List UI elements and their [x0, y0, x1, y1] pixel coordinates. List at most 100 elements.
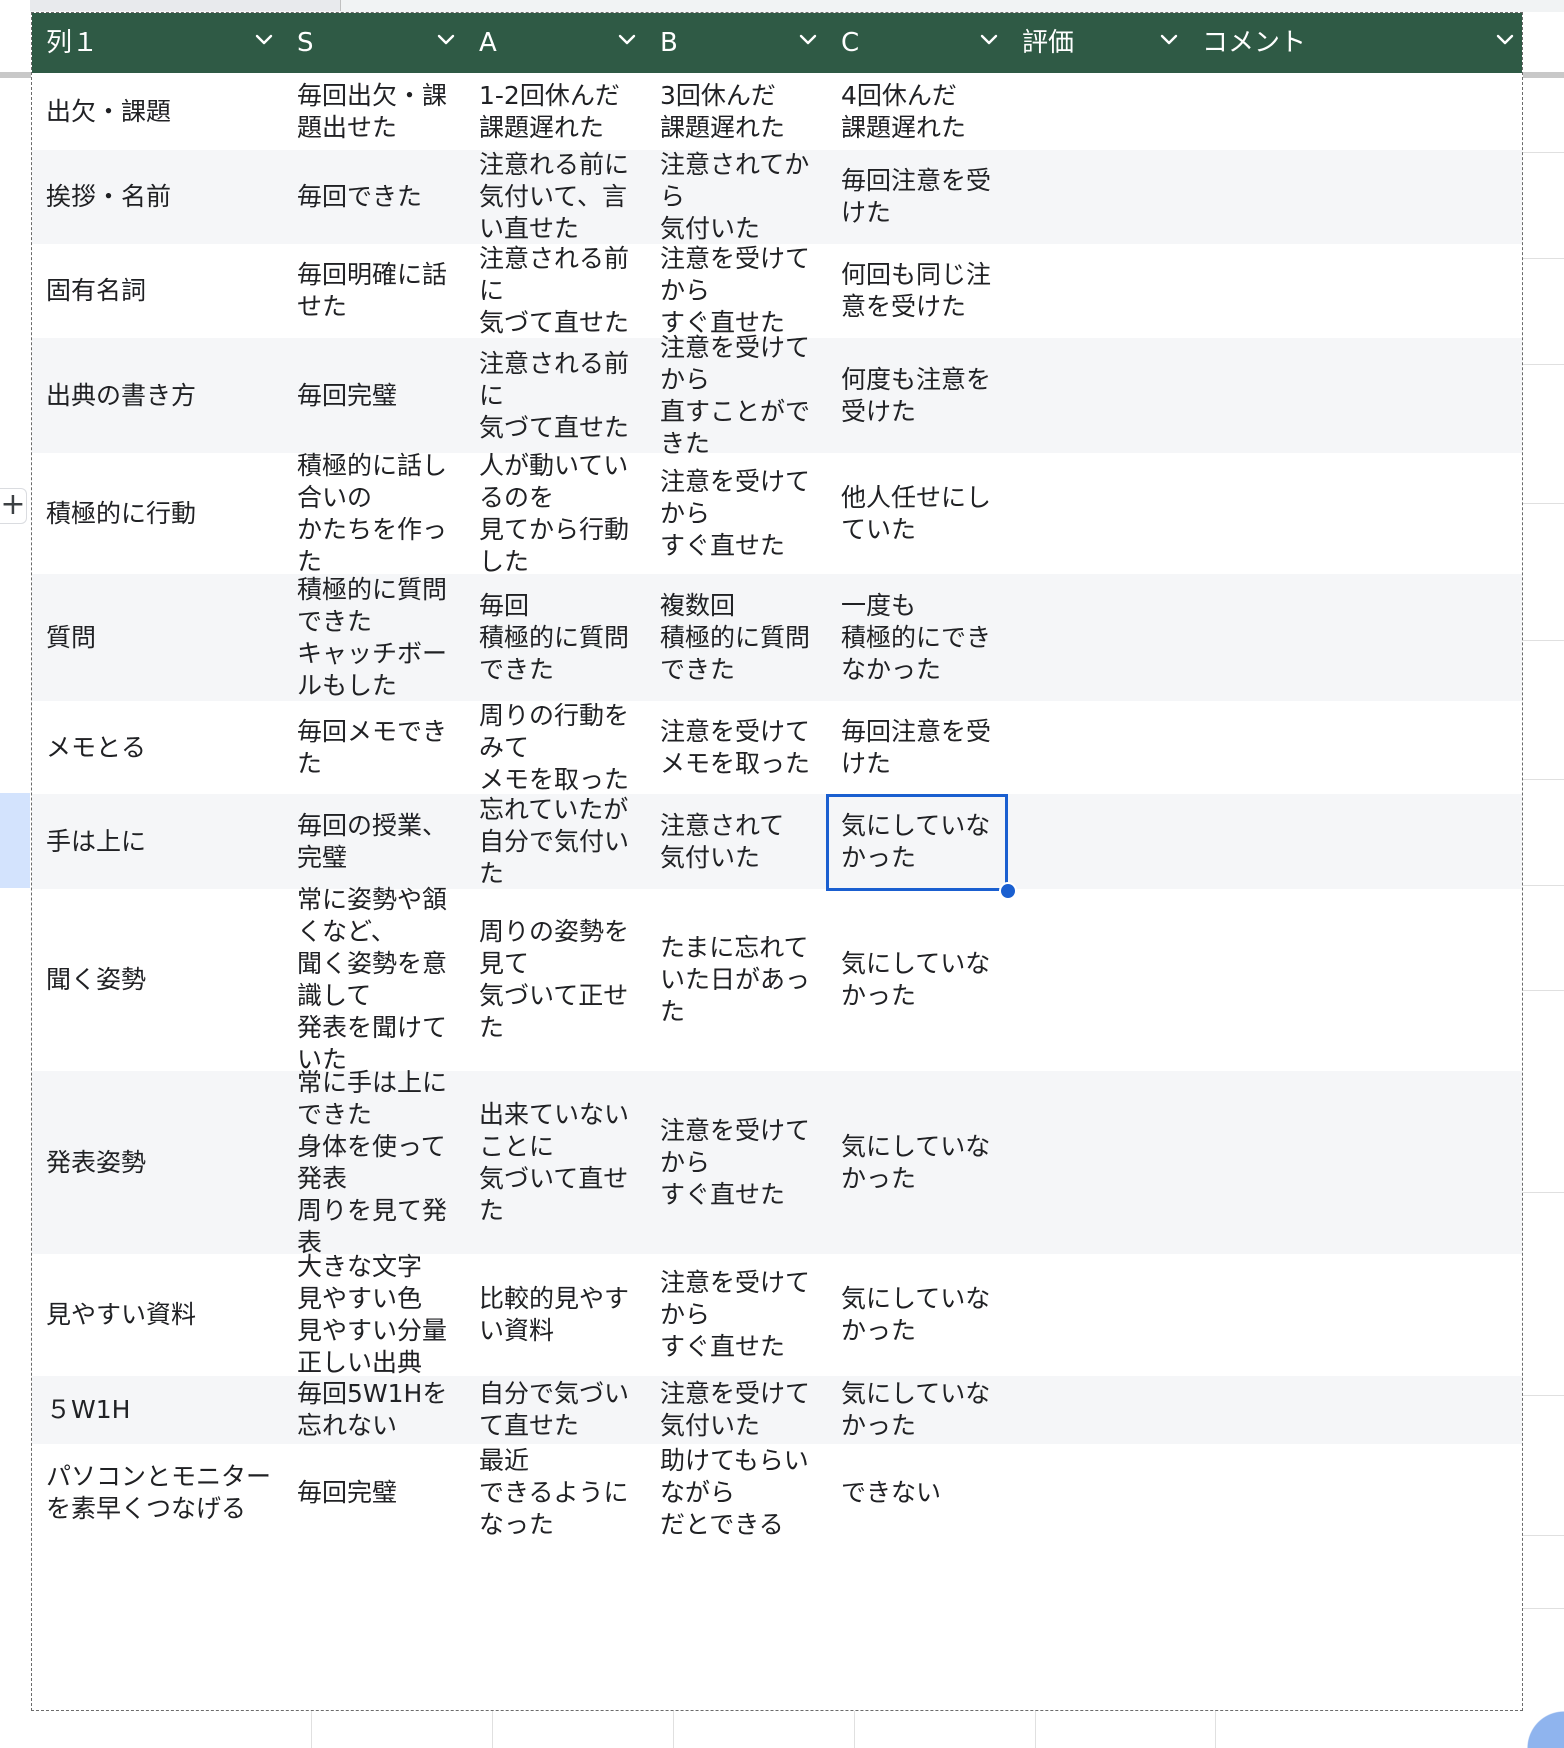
- cell-rating[interactable]: [1008, 1376, 1188, 1444]
- cell-b[interactable]: 注意を受けて メモを取った: [646, 701, 827, 794]
- cell-s[interactable]: 常に手は上に できた 身体を使って 発表 周りを見て発 表: [283, 1068, 465, 1257]
- cell-c[interactable]: 何度も注意を 受けた: [827, 338, 1008, 453]
- cell-col1[interactable]: 積極的に行動: [32, 453, 283, 574]
- cell-col1[interactable]: 聞く姿勢: [32, 889, 283, 1071]
- cell-a[interactable]: 周りの姿勢を 見て 気づいて正せ た: [465, 889, 646, 1071]
- cell-a[interactable]: 忘れていたが 自分で気付い た: [465, 794, 646, 889]
- cell-col1[interactable]: 手は上に: [32, 794, 283, 889]
- active-cell-selection[interactable]: [826, 794, 1008, 891]
- cell-s[interactable]: 毎回メモでき た: [283, 701, 465, 794]
- cell-rating[interactable]: [1008, 1071, 1188, 1254]
- column-header-rating[interactable]: 評価: [1008, 13, 1188, 73]
- chevron-down-icon[interactable]: [980, 34, 998, 48]
- cell-a[interactable]: 1-2回休んだ 課題遅れた: [465, 73, 646, 150]
- add-row-button[interactable]: +: [0, 488, 27, 524]
- cell-comment[interactable]: [1188, 701, 1522, 794]
- cell-a[interactable]: 注意れる前に 気付いて、言 い直せた: [465, 150, 646, 244]
- cell-b[interactable]: 注意を受けて から 直すことがで きた: [646, 333, 827, 458]
- cell-col1[interactable]: 固有名詞: [32, 244, 283, 338]
- cell-comment[interactable]: [1188, 889, 1522, 1071]
- cell-col1[interactable]: 発表姿勢: [32, 1071, 283, 1254]
- cell-rating[interactable]: [1008, 794, 1188, 889]
- column-header-b[interactable]: B: [646, 13, 827, 73]
- cell-b[interactable]: 助けてもらい ながら だとできる: [646, 1444, 827, 1542]
- cell-rating[interactable]: [1008, 889, 1188, 1071]
- cell-b[interactable]: 3回休んだ 課題遅れた: [646, 73, 827, 150]
- cell-c[interactable]: 毎回注意を受 けた: [827, 701, 1008, 794]
- cell-col1[interactable]: 出典の書き方: [32, 338, 283, 453]
- cell-a[interactable]: 周りの行動を みて メモを取った: [465, 701, 646, 794]
- cell-a[interactable]: 比較的見やす い資料: [465, 1254, 646, 1376]
- cell-c[interactable]: 気にしていな かった: [827, 1254, 1008, 1376]
- cell-col1[interactable]: ５W1H: [32, 1376, 283, 1444]
- cell-col1[interactable]: パソコンとモニター を素早くつなげる: [32, 1444, 283, 1542]
- column-header-col1[interactable]: 列１: [32, 13, 283, 73]
- cell-col1[interactable]: 見やすい資料: [32, 1254, 283, 1376]
- cell-comment[interactable]: [1188, 244, 1522, 338]
- cell-b[interactable]: 注意を受けて から すぐ直せた: [646, 1254, 827, 1376]
- cell-s[interactable]: 大きな文字 見やすい色 見やすい分量 正しい出典: [283, 1252, 465, 1377]
- cell-rating[interactable]: [1008, 244, 1188, 338]
- chevron-down-icon[interactable]: [799, 34, 817, 48]
- column-header-s[interactable]: S: [283, 13, 465, 73]
- cell-rating[interactable]: [1008, 453, 1188, 574]
- cell-a[interactable]: 注意される前 に 気づて直せた: [465, 338, 646, 453]
- cell-a[interactable]: 最近 できるように なった: [465, 1444, 646, 1542]
- chevron-down-icon[interactable]: [1496, 34, 1514, 48]
- column-header-c[interactable]: C: [827, 13, 1008, 73]
- cell-s[interactable]: 積極的に話し 合いの かたちを作っ た: [283, 451, 465, 576]
- cell-s[interactable]: 毎回出欠・課 題出せた: [283, 73, 465, 150]
- cell-col1[interactable]: 挨拶・名前: [32, 150, 283, 244]
- cell-b[interactable]: たまに忘れて いた日があっ た: [646, 889, 827, 1071]
- cell-a[interactable]: 毎回 積極的に質問 できた: [465, 574, 646, 701]
- cell-comment[interactable]: [1188, 338, 1522, 453]
- cell-rating[interactable]: [1008, 150, 1188, 244]
- cell-col1[interactable]: 出欠・課題: [32, 73, 283, 150]
- cell-comment[interactable]: [1188, 453, 1522, 574]
- cell-a[interactable]: 自分で気づい て直せた: [465, 1376, 646, 1444]
- cell-comment[interactable]: [1188, 1254, 1522, 1376]
- cell-rating[interactable]: [1008, 1444, 1188, 1542]
- cell-col1[interactable]: 質問: [32, 574, 283, 701]
- cell-b[interactable]: 注意されてか ら 気付いた: [646, 150, 827, 244]
- chevron-down-icon[interactable]: [1160, 34, 1178, 48]
- cell-c[interactable]: 他人任せにし ていた: [827, 453, 1008, 574]
- cell-b[interactable]: 注意を受けて から すぐ直せた: [646, 453, 827, 574]
- cell-comment[interactable]: [1188, 1071, 1522, 1254]
- chevron-down-icon[interactable]: [618, 34, 636, 48]
- cell-rating[interactable]: [1008, 1254, 1188, 1376]
- fill-handle[interactable]: [999, 882, 1017, 900]
- cell-comment[interactable]: [1188, 574, 1522, 701]
- cell-b[interactable]: 注意を受けて から すぐ直せた: [646, 1071, 827, 1254]
- chevron-down-icon[interactable]: [255, 34, 273, 48]
- cell-s[interactable]: 積極的に質問 できた キャッチボー ルもした: [283, 574, 465, 701]
- cell-rating[interactable]: [1008, 701, 1188, 794]
- cell-c[interactable]: 気にしていな かった: [827, 1071, 1008, 1254]
- cell-s[interactable]: 毎回できた: [283, 150, 465, 244]
- cell-s[interactable]: 毎回の授業、 完璧: [283, 794, 465, 889]
- cell-c[interactable]: 気にしていな かった: [827, 1376, 1008, 1444]
- cell-c[interactable]: 毎回注意を受 けた: [827, 150, 1008, 244]
- cell-comment[interactable]: [1188, 150, 1522, 244]
- cell-comment[interactable]: [1188, 794, 1522, 889]
- cell-b[interactable]: 注意を受けて 気付いた: [646, 1376, 827, 1444]
- cell-c[interactable]: 一度も 積極的にでき なかった: [827, 574, 1008, 701]
- cell-s[interactable]: 毎回完璧: [283, 338, 465, 453]
- column-header-comment[interactable]: コメント: [1188, 13, 1522, 73]
- cell-rating[interactable]: [1008, 73, 1188, 150]
- cell-a[interactable]: 注意される前 に 気づて直せた: [465, 244, 646, 338]
- chevron-down-icon[interactable]: [437, 34, 455, 48]
- cell-comment[interactable]: [1188, 1376, 1522, 1444]
- cell-c[interactable]: 4回休んだ 課題遅れた: [827, 73, 1008, 150]
- cell-rating[interactable]: [1008, 338, 1188, 453]
- cell-c[interactable]: 何回も同じ注 意を受けた: [827, 244, 1008, 338]
- cell-comment[interactable]: [1188, 73, 1522, 150]
- cell-c[interactable]: 気にしていな かった: [827, 889, 1008, 1071]
- cell-b[interactable]: 注意を受けて から すぐ直せた: [646, 244, 827, 338]
- cell-s[interactable]: 常に姿勢や頷 くなど、 聞く姿勢を意 識して 発表を聞けて いた: [283, 885, 465, 1074]
- cell-c[interactable]: できない: [827, 1444, 1008, 1542]
- cell-s[interactable]: 毎回5W1Hを 忘れない: [283, 1376, 465, 1444]
- cell-a[interactable]: 人が動いてい るのを 見てから行動 した: [465, 451, 646, 576]
- cell-s[interactable]: 毎回完璧: [283, 1444, 465, 1542]
- cell-col1[interactable]: メモとる: [32, 701, 283, 794]
